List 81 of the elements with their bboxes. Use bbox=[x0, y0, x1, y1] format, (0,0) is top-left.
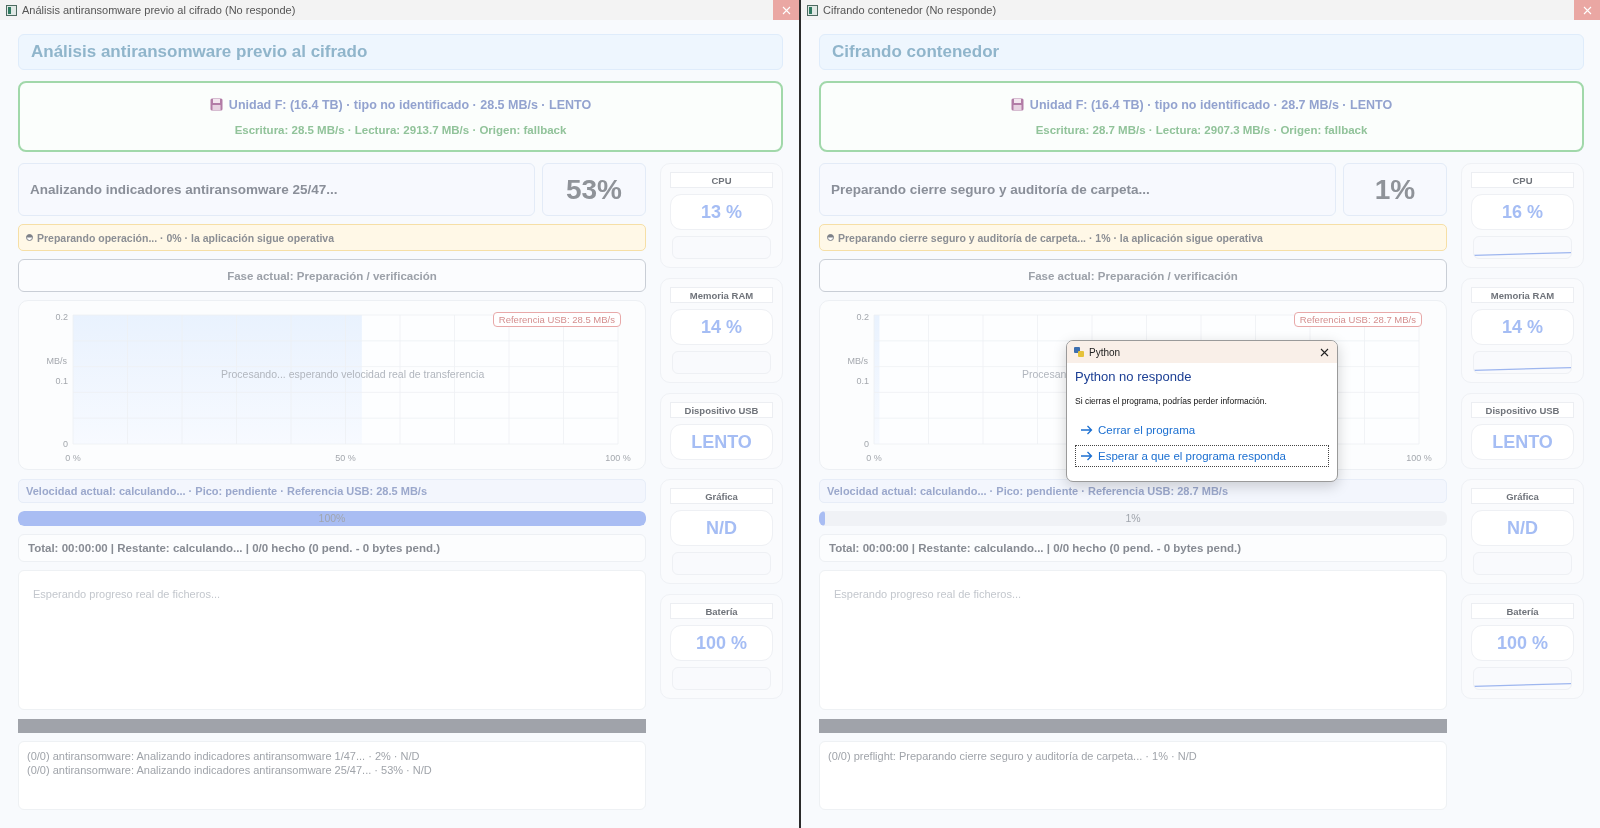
x-tick-label: 50 % bbox=[335, 453, 356, 463]
dialog-option[interactable]: Cerrar el programa bbox=[1075, 419, 1329, 441]
x-tick-label: 100 % bbox=[1406, 453, 1432, 463]
percent-value: 53% bbox=[565, 173, 622, 206]
log-line: (0/0) preflight: Preparando cierre seguro y auditoría de carpeta... · 1% · N/D bbox=[828, 750, 1198, 762]
task-label: Preparando cierre seguro y auditoría de carpeta... bbox=[831, 182, 1150, 197]
totals-text: Total: 00:00:00 | Restante: calculando... | 0/0 hecho (0 pend. - 0 bytes pend.) bbox=[829, 542, 1241, 554]
metric-label: Gráfica bbox=[670, 488, 773, 504]
app-icon bbox=[807, 4, 818, 16]
y-tick-label: 0 bbox=[63, 439, 68, 449]
page-heading: Cifrando contenedor bbox=[832, 42, 1000, 62]
metric-value: 13 % bbox=[670, 194, 773, 230]
drive-detail: Escritura: 28.7 MB/s · Lectura: 2907.3 MB/s · Origen: fallback bbox=[1035, 123, 1368, 136]
metric-value: N/D bbox=[1471, 510, 1574, 546]
metric-label: Batería bbox=[1471, 603, 1574, 619]
y-tick-label: 0.2 bbox=[55, 312, 68, 322]
speed-text: Velocidad actual: calculando... · Pico: pendiente · Referencia USB: 28.7 MB/s bbox=[827, 485, 1228, 497]
reference-badge: Referencia USB: 28.7 MB/s bbox=[1293, 312, 1422, 327]
speed-text: Velocidad actual: calculando... · Pico: pendiente · Referencia USB: 28.5 MB/s bbox=[26, 485, 427, 497]
dialog-heading: Python no responde bbox=[1075, 369, 1193, 384]
x-tick-label: 0 % bbox=[866, 453, 882, 463]
chart-status-text: Procesando... esperando velocidad real de transferencia bbox=[221, 368, 485, 380]
arrow-right-icon bbox=[1080, 425, 1093, 435]
close-icon bbox=[1319, 347, 1329, 357]
metric-value: 16 % bbox=[1471, 194, 1574, 230]
phase-text: Fase actual: Preparación / verificación bbox=[1028, 269, 1238, 282]
metric-label: Batería bbox=[670, 603, 773, 619]
close-button[interactable] bbox=[773, 0, 799, 20]
dialog-option[interactable]: Esperar a que el programa responda bbox=[1075, 445, 1329, 467]
metric-label: Dispositivo USB bbox=[1471, 402, 1574, 418]
progress-label: 1% bbox=[1125, 512, 1141, 524]
metric-value: LENTO bbox=[1471, 424, 1574, 460]
close-icon bbox=[781, 5, 791, 15]
chart-status-text: Procesan bbox=[1022, 368, 1067, 380]
y-tick-label: 0.2 bbox=[856, 312, 869, 322]
x-tick-label: 100 % bbox=[605, 453, 631, 463]
window-title: Cifrando contenedor (No responde) bbox=[823, 4, 998, 16]
y-tick-label: 0.1 bbox=[55, 375, 68, 386]
drive-detail: Escritura: 28.5 MB/s · Lectura: 2913.7 MB/s · Origen: fallback bbox=[234, 123, 567, 136]
half-circle-icon bbox=[26, 234, 33, 241]
y-axis-label: MB/s bbox=[847, 356, 868, 366]
page-heading: Análisis antiransomware previo al cifrado bbox=[31, 42, 368, 62]
arrow-right-icon bbox=[1080, 451, 1093, 461]
metric-label: Memoria RAM bbox=[670, 287, 773, 303]
metric-label: Dispositivo USB bbox=[670, 402, 773, 418]
dialog-title: Python bbox=[1089, 346, 1122, 358]
totals-text: Total: 00:00:00 | Restante: calculando... | 0/0 hecho (0 pend. - 0 bytes pend.) bbox=[28, 542, 440, 554]
y-tick-label: 0 bbox=[864, 439, 869, 449]
reference-badge: Referencia USB: 28.5 MB/s bbox=[492, 312, 621, 327]
x-tick-label: 0 % bbox=[65, 453, 81, 463]
placeholder-text: Esperando progreso real de ficheros... bbox=[33, 588, 221, 600]
close-icon bbox=[1582, 5, 1592, 15]
drive-summary: Unidad F: (16.4 TB) · tipo no identificado · 28.5 MB/s · LENTO bbox=[228, 97, 592, 112]
notice-text: Preparando operación... · 0% · la aplicación sigue operativa bbox=[37, 231, 334, 244]
log-line: (0/0) antiransomware: Analizando indicadores antiransomware 25/47... · 53% · N/D bbox=[27, 764, 433, 776]
python-icon bbox=[1073, 346, 1085, 358]
metric-value: 100 % bbox=[670, 625, 773, 661]
phase-text: Fase actual: Preparación / verificación bbox=[227, 269, 437, 282]
dialog-message: Si cierras el programa, podrías perder información. bbox=[1075, 396, 1268, 406]
metric-value: N/D bbox=[670, 510, 773, 546]
window-title: Análisis antiransomware previo al cifrado (No responde) bbox=[22, 4, 297, 16]
progress-label: 100% bbox=[318, 512, 346, 524]
log-line: (0/0) antiransomware: Analizando indicadores antiransomware 1/47... · 2% · N/D bbox=[27, 750, 421, 762]
task-label: Analizando indicadores antiransomware 25/47... bbox=[30, 182, 338, 197]
metric-label: Memoria RAM bbox=[1471, 287, 1574, 303]
drive-summary: Unidad F: (16.4 TB) · tipo no identificado · 28.7 MB/s · LENTO bbox=[1029, 97, 1393, 112]
metric-value: 100 % bbox=[1471, 625, 1574, 661]
y-axis-label: MB/s bbox=[46, 356, 67, 366]
metric-label: Gráfica bbox=[1471, 488, 1574, 504]
metric-label: CPU bbox=[1471, 172, 1574, 188]
notice-text: Preparando cierre seguro y auditoría de carpeta... · 1% · la aplicación sigue operativa bbox=[838, 231, 1263, 244]
metric-value: 14 % bbox=[670, 309, 773, 345]
app-icon bbox=[6, 4, 17, 16]
metric-value: 14 % bbox=[1471, 309, 1574, 345]
y-tick-label: 0.1 bbox=[856, 375, 869, 386]
placeholder-text: Esperando progreso real de ficheros... bbox=[834, 588, 1022, 600]
metric-label: CPU bbox=[670, 172, 773, 188]
metric-value: LENTO bbox=[670, 424, 773, 460]
percent-value: 1% bbox=[1374, 173, 1416, 206]
close-button[interactable] bbox=[1574, 0, 1600, 20]
half-circle-icon bbox=[827, 234, 834, 241]
